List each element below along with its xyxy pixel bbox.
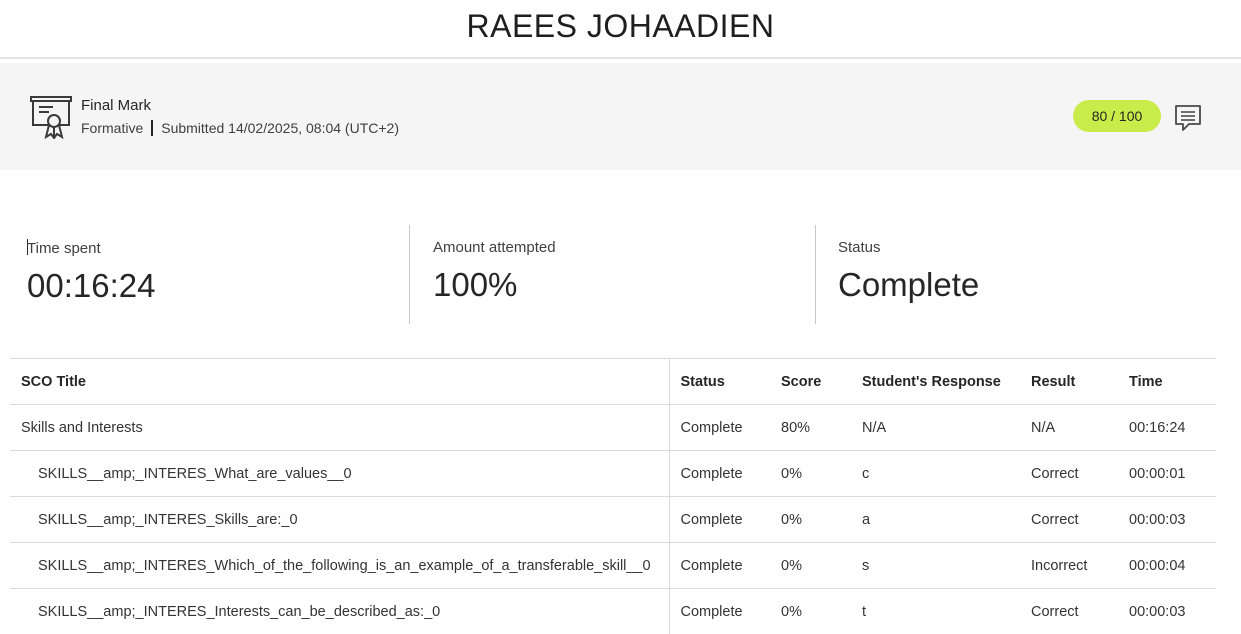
time-spent-label: Time spent bbox=[27, 240, 101, 257]
column-header-status[interactable]: Status bbox=[669, 358, 770, 405]
amount-attempted-value: 100% bbox=[433, 266, 518, 303]
stat-divider bbox=[815, 225, 816, 324]
response-cell: t bbox=[851, 588, 1020, 634]
result-cell: N/A bbox=[1020, 404, 1118, 451]
attempt-stats: Time spent 00:16:24 Amount attempted 100… bbox=[0, 225, 1241, 324]
status-value: Complete bbox=[838, 266, 980, 303]
sco-title-cell: SKILLS__amp;_INTERES_What_are_values__0 bbox=[10, 450, 670, 497]
status-cell: Complete bbox=[669, 450, 770, 497]
final-mark-details: Formative Submitted 14/02/2025, 08:04 (U… bbox=[81, 120, 399, 136]
table-header-row: SCO Title Status Score Student's Respons… bbox=[10, 358, 1216, 405]
student-name: RAEES JOHAADIEN bbox=[466, 8, 775, 44]
certificate-icon bbox=[30, 96, 72, 139]
time-cell: 00:16:24 bbox=[1118, 404, 1216, 451]
sco-title-cell: SKILLS__amp;_INTERES_Which_of_the_follow… bbox=[10, 542, 670, 589]
sco-title-cell: Skills and Interests bbox=[10, 404, 670, 451]
status-cell: Complete bbox=[669, 404, 770, 451]
column-header-sco-title[interactable]: SCO Title bbox=[10, 358, 670, 405]
sco-table-container: SCO Title Status Score Student's Respons… bbox=[10, 358, 1216, 634]
status-label: Status bbox=[838, 239, 881, 256]
result-cell: Correct bbox=[1020, 496, 1118, 543]
submitted-date: Submitted 14/02/2025, 08:04 (UTC+2) bbox=[161, 120, 399, 136]
page-header: RAEES JOHAADIEN bbox=[0, 0, 1241, 59]
separator bbox=[151, 120, 154, 136]
status-cell: Complete bbox=[669, 542, 770, 589]
comment-icon[interactable] bbox=[1173, 103, 1203, 133]
response-cell: a bbox=[851, 496, 1020, 543]
time-spent-value: 00:16:24 bbox=[27, 267, 156, 304]
status-cell: Complete bbox=[669, 588, 770, 634]
status-stat: Status Complete bbox=[838, 225, 979, 324]
time-cell: 00:00:01 bbox=[1118, 450, 1216, 497]
score-cell: 0% bbox=[770, 496, 851, 543]
final-mark-title: Final Mark bbox=[81, 97, 152, 114]
time-cell: 00:00:03 bbox=[1118, 588, 1216, 634]
sco-results-table: SCO Title Status Score Student's Respons… bbox=[10, 358, 1216, 634]
amount-attempted-label: Amount attempted bbox=[433, 239, 556, 256]
score-cell: 0% bbox=[770, 542, 851, 589]
column-header-result[interactable]: Result bbox=[1020, 358, 1118, 405]
sco-title-cell: SKILLS__amp;_INTERES_Interests_can_be_de… bbox=[10, 588, 670, 634]
score-cell: 0% bbox=[770, 588, 851, 634]
result-cell: Correct bbox=[1020, 588, 1118, 634]
score-cell: 80% bbox=[770, 404, 851, 451]
time-cell: 00:00:04 bbox=[1118, 542, 1216, 589]
response-cell: c bbox=[851, 450, 1020, 497]
final-mark-panel: Final Mark Formative Submitted 14/02/202… bbox=[0, 63, 1241, 170]
column-header-response[interactable]: Student's Response bbox=[851, 358, 1020, 405]
table-row: SKILLS__amp;_INTERES_Skills_are:_0 Compl… bbox=[10, 496, 1216, 543]
table-row: SKILLS__amp;_INTERES_Interests_can_be_de… bbox=[10, 588, 1216, 634]
column-header-time[interactable]: Time bbox=[1118, 358, 1216, 405]
table-row: SKILLS__amp;_INTERES_What_are_values__0 … bbox=[10, 450, 1216, 497]
result-cell: Incorrect bbox=[1020, 542, 1118, 589]
result-cell: Correct bbox=[1020, 450, 1118, 497]
status-cell: Complete bbox=[669, 496, 770, 543]
score-badge: 80 / 100 bbox=[1073, 100, 1161, 132]
sco-title-cell: SKILLS__amp;_INTERES_Skills_are:_0 bbox=[10, 496, 670, 543]
table-row: SKILLS__amp;_INTERES_Which_of_the_follow… bbox=[10, 542, 1216, 589]
mark-type: Formative bbox=[81, 120, 144, 136]
score-cell: 0% bbox=[770, 450, 851, 497]
column-header-score[interactable]: Score bbox=[770, 358, 851, 405]
time-cell: 00:00:03 bbox=[1118, 496, 1216, 543]
time-spent-stat: Time spent 00:16:24 bbox=[27, 225, 155, 324]
stat-divider bbox=[409, 225, 410, 324]
response-cell: s bbox=[851, 542, 1020, 589]
amount-attempted-stat: Amount attempted 100% bbox=[433, 225, 556, 324]
table-row: Skills and Interests Complete 80% N/A N/… bbox=[10, 404, 1216, 451]
response-cell: N/A bbox=[851, 404, 1020, 451]
